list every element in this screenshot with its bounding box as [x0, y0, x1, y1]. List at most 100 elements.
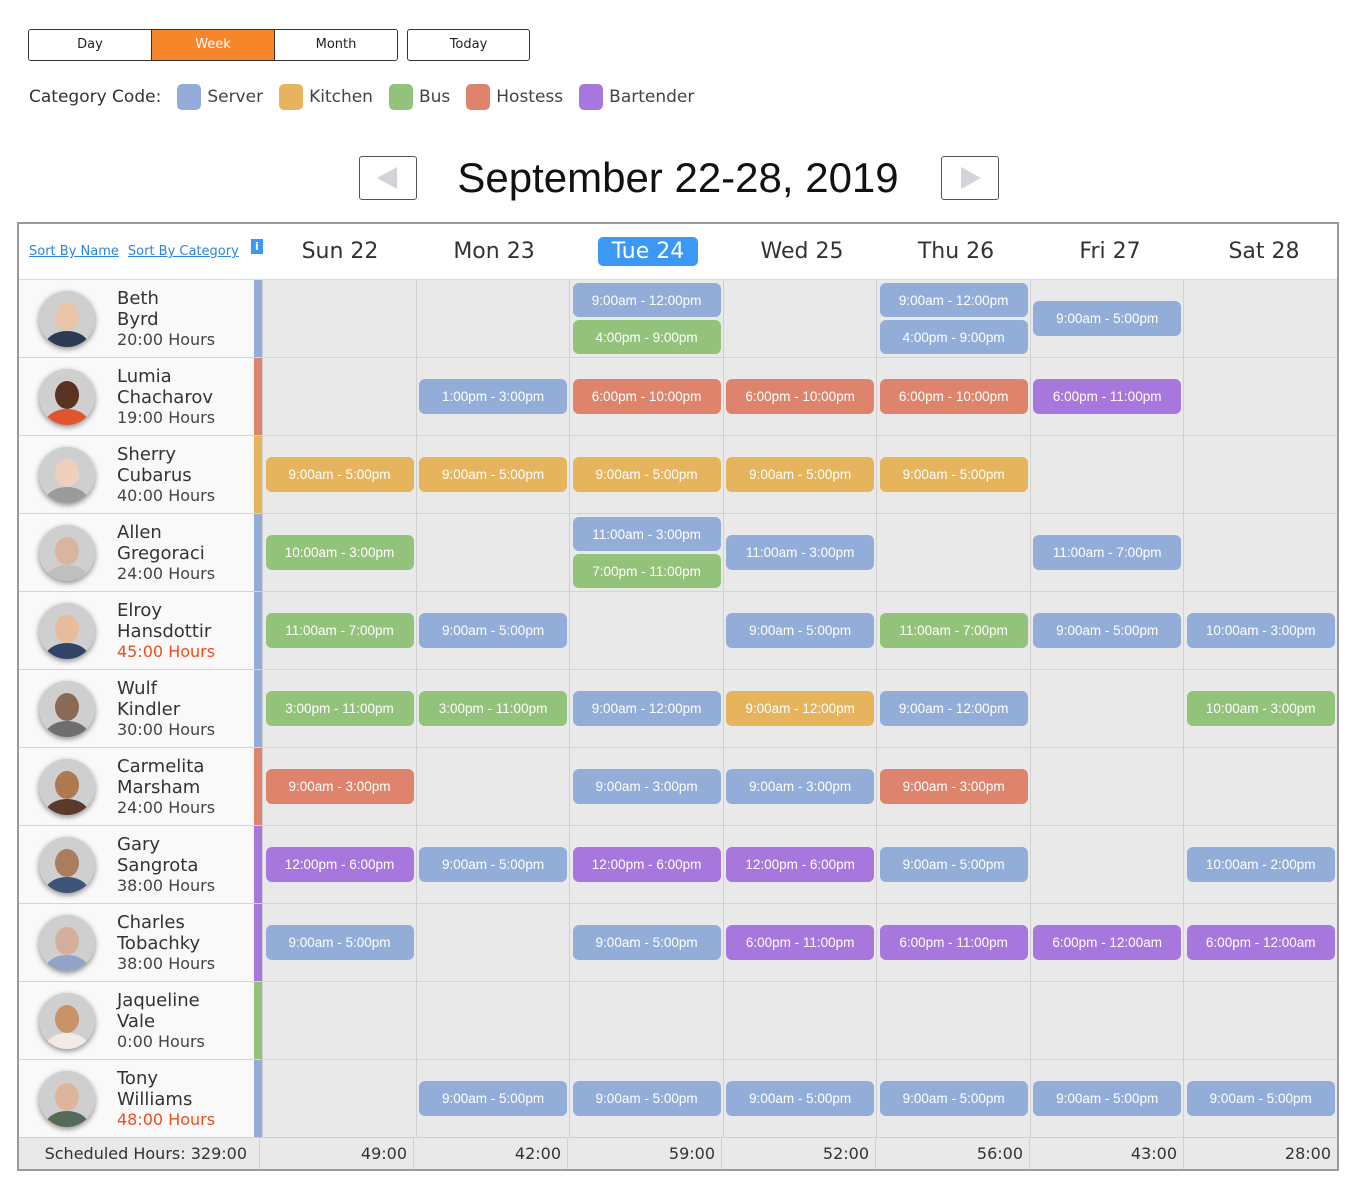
view-month-button[interactable]: Month: [274, 30, 397, 60]
day-cell[interactable]: 10:00am - 3:00pm: [1183, 670, 1337, 747]
shift-bartender[interactable]: 12:00pm - 6:00pm: [726, 847, 875, 882]
day-cell[interactable]: 6:00pm - 12:00am: [1029, 904, 1184, 981]
shift-bartender[interactable]: 12:00pm - 6:00pm: [572, 847, 721, 882]
day-cell[interactable]: [1183, 514, 1337, 591]
shift-server[interactable]: 9:00am - 5:00pm: [265, 925, 414, 960]
day-cell[interactable]: 12:00pm - 6:00pm: [262, 826, 416, 903]
shift-kitchen[interactable]: 9:00am - 12:00pm: [726, 691, 875, 726]
next-week-button[interactable]: [941, 156, 999, 200]
shift-kitchen[interactable]: 9:00am - 5:00pm: [419, 457, 568, 492]
employee-info[interactable]: Tony Williams 48:00 Hours: [19, 1060, 255, 1137]
shift-server[interactable]: 4:00pm - 9:00pm: [879, 320, 1028, 354]
day-cell[interactable]: 6:00pm - 12:00am: [1183, 904, 1337, 981]
day-cell[interactable]: 6:00pm - 10:00pm: [876, 358, 1030, 435]
day-cell[interactable]: [262, 1060, 416, 1137]
day-cell[interactable]: [1183, 436, 1337, 513]
shift-server[interactable]: 10:00am - 2:00pm: [1186, 847, 1335, 882]
shift-server[interactable]: 9:00am - 5:00pm: [572, 925, 721, 960]
employee-info[interactable]: Elroy Hansdottir 45:00 Hours: [19, 592, 255, 669]
shift-hostess[interactable]: 6:00pm - 10:00pm: [879, 379, 1028, 414]
day-cell[interactable]: 9:00am - 5:00pm: [262, 436, 416, 513]
day-cell[interactable]: [1183, 748, 1337, 825]
shift-bartender[interactable]: 6:00pm - 12:00am: [1033, 925, 1182, 960]
employee-info[interactable]: Lumia Chacharov 19:00 Hours: [19, 358, 255, 435]
day-cell[interactable]: [1029, 982, 1184, 1059]
day-cell[interactable]: 9:00am - 3:00pm: [876, 748, 1030, 825]
today-button[interactable]: Today: [407, 29, 530, 61]
day-cell[interactable]: 11:00am - 3:00pm 7:00pm - 11:00pm: [569, 514, 723, 591]
day-cell[interactable]: 9:00am - 5:00pm: [569, 904, 723, 981]
day-cell[interactable]: [1029, 748, 1184, 825]
day-cell[interactable]: [569, 982, 723, 1059]
day-cell[interactable]: 9:00am - 5:00pm: [722, 1060, 877, 1137]
shift-server[interactable]: 9:00am - 5:00pm: [726, 613, 875, 648]
day-cell[interactable]: 9:00am - 3:00pm: [262, 748, 416, 825]
shift-server[interactable]: 9:00am - 12:00pm: [572, 691, 721, 726]
sort-by-name-link[interactable]: Sort By Name: [29, 244, 119, 259]
day-cell[interactable]: 6:00pm - 11:00pm: [722, 904, 877, 981]
shift-server[interactable]: 10:00am - 3:00pm: [1186, 613, 1335, 648]
shift-server[interactable]: 9:00am - 5:00pm: [879, 1081, 1028, 1116]
day-cell[interactable]: 9:00am - 3:00pm: [569, 748, 723, 825]
employee-info[interactable]: Sherry Cubarus 40:00 Hours: [19, 436, 255, 513]
day-cell[interactable]: 3:00pm - 11:00pm: [262, 670, 416, 747]
day-cell[interactable]: 9:00am - 5:00pm: [876, 436, 1030, 513]
day-cell[interactable]: 11:00am - 7:00pm: [262, 592, 416, 669]
day-cell[interactable]: 9:00am - 5:00pm: [569, 436, 723, 513]
day-cell[interactable]: 10:00am - 2:00pm: [1183, 826, 1337, 903]
employee-info[interactable]: Charles Tobachky 38:00 Hours: [19, 904, 255, 981]
day-cell[interactable]: [262, 358, 416, 435]
shift-server[interactable]: 11:00am - 7:00pm: [1033, 535, 1182, 570]
shift-bus[interactable]: 10:00am - 3:00pm: [265, 535, 414, 570]
day-cell[interactable]: 9:00am - 5:00pm: [876, 826, 1030, 903]
previous-week-button[interactable]: [359, 156, 417, 200]
day-cell[interactable]: [722, 280, 877, 357]
shift-hostess[interactable]: 6:00pm - 10:00pm: [726, 379, 875, 414]
shift-bartender[interactable]: 6:00pm - 12:00am: [1186, 925, 1335, 960]
day-cell[interactable]: 9:00am - 12:00pm: [722, 670, 877, 747]
shift-hostess[interactable]: 9:00am - 3:00pm: [265, 769, 414, 804]
view-week-button[interactable]: Week: [151, 30, 274, 60]
day-cell[interactable]: 9:00am - 12:00pm 4:00pm - 9:00pm: [569, 280, 723, 357]
shift-server[interactable]: 9:00am - 5:00pm: [726, 1081, 875, 1116]
shift-server[interactable]: 1:00pm - 3:00pm: [419, 379, 568, 414]
shift-bus[interactable]: 3:00pm - 11:00pm: [419, 691, 568, 726]
day-cell[interactable]: 9:00am - 5:00pm: [876, 1060, 1030, 1137]
shift-kitchen[interactable]: 9:00am - 5:00pm: [265, 457, 414, 492]
shift-hostess[interactable]: 6:00pm - 10:00pm: [572, 379, 721, 414]
shift-server[interactable]: 9:00am - 3:00pm: [572, 769, 721, 804]
day-cell[interactable]: 9:00am - 5:00pm: [1029, 592, 1184, 669]
day-cell[interactable]: 6:00pm - 10:00pm: [569, 358, 723, 435]
day-cell[interactable]: 11:00am - 3:00pm: [722, 514, 877, 591]
day-cell[interactable]: 9:00am - 5:00pm: [415, 592, 570, 669]
day-cell[interactable]: 9:00am - 12:00pm: [569, 670, 723, 747]
day-cell[interactable]: [569, 592, 723, 669]
day-cell[interactable]: 9:00am - 5:00pm: [415, 1060, 570, 1137]
shift-server[interactable]: 9:00am - 5:00pm: [1033, 301, 1182, 336]
day-cell[interactable]: 12:00pm - 6:00pm: [569, 826, 723, 903]
shift-kitchen[interactable]: 9:00am - 5:00pm: [572, 457, 721, 492]
shift-bartender[interactable]: 12:00pm - 6:00pm: [265, 847, 414, 882]
shift-server[interactable]: 11:00am - 3:00pm: [726, 535, 875, 570]
day-cell[interactable]: [876, 514, 1030, 591]
shift-server[interactable]: 9:00am - 12:00pm: [879, 283, 1028, 317]
shift-server[interactable]: 9:00am - 5:00pm: [1033, 613, 1182, 648]
day-cell[interactable]: [1183, 358, 1337, 435]
day-cell[interactable]: 11:00am - 7:00pm: [1029, 514, 1184, 591]
employee-info[interactable]: Gary Sangrota 38:00 Hours: [19, 826, 255, 903]
shift-server[interactable]: 9:00am - 12:00pm: [879, 691, 1028, 726]
shift-hostess[interactable]: 9:00am - 3:00pm: [879, 769, 1028, 804]
shift-server[interactable]: 9:00am - 5:00pm: [419, 847, 568, 882]
day-cell[interactable]: 3:00pm - 11:00pm: [415, 670, 570, 747]
shift-server[interactable]: 9:00am - 5:00pm: [1186, 1081, 1335, 1116]
day-cell[interactable]: 12:00pm - 6:00pm: [722, 826, 877, 903]
day-cell[interactable]: [262, 982, 416, 1059]
shift-server[interactable]: 9:00am - 5:00pm: [879, 847, 1028, 882]
day-cell[interactable]: 9:00am - 5:00pm: [415, 436, 570, 513]
day-cell[interactable]: 9:00am - 5:00pm: [1183, 1060, 1337, 1137]
day-cell[interactable]: 9:00am - 5:00pm: [722, 436, 877, 513]
shift-server[interactable]: 9:00am - 5:00pm: [419, 613, 568, 648]
day-cell[interactable]: 9:00am - 5:00pm: [415, 826, 570, 903]
shift-bus[interactable]: 11:00am - 7:00pm: [265, 613, 414, 648]
day-cell[interactable]: [262, 280, 416, 357]
